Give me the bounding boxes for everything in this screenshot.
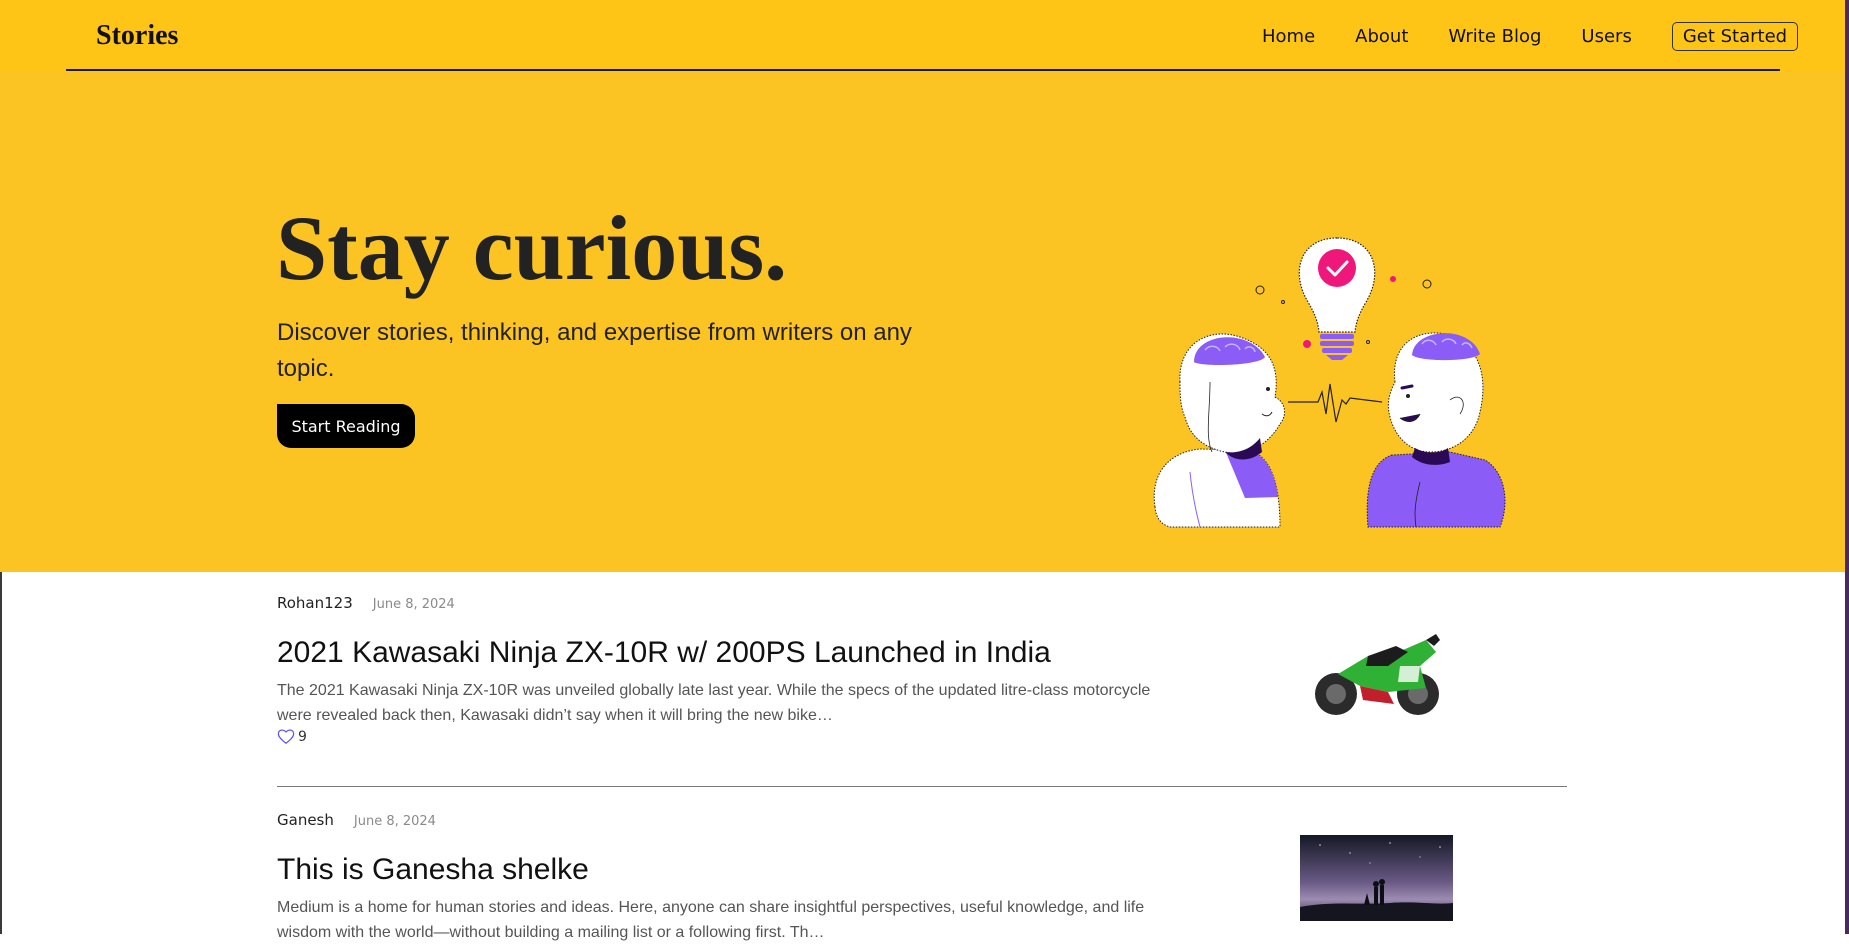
hero-title: Stay curious. — [276, 197, 788, 299]
article-excerpt: Medium is a home for human stories and i… — [277, 899, 1145, 941]
article-author[interactable]: Ganesh — [277, 811, 334, 829]
window-edge-right — [1845, 0, 1849, 934]
like-control[interactable]: 9 — [277, 728, 307, 745]
nav-link-write-blog[interactable]: Write Blog — [1448, 26, 1541, 47]
article-title[interactable]: 2021 Kawasaki Ninja ZX-10R w/ 200PS Laun… — [277, 636, 1051, 670]
nav-link-about[interactable]: About — [1355, 26, 1408, 47]
article-date: June 8, 2024 — [372, 597, 455, 612]
start-reading-button[interactable]: Start Reading — [277, 404, 415, 448]
article-meta: Rohan123 June 8, 2024 — [277, 594, 455, 612]
left-person — [1153, 333, 1286, 528]
brand-logo[interactable]: Stories — [96, 20, 178, 52]
heart-icon[interactable] — [277, 728, 295, 745]
right-person — [1366, 332, 1506, 528]
article-author[interactable]: Rohan123 — [277, 594, 353, 612]
navbar: Stories Home About Write Blog Users Get … — [0, 0, 1849, 72]
article-thumbnail[interactable] — [1300, 835, 1453, 921]
nav-links: Home About Write Blog Users Get Started — [1262, 22, 1799, 51]
article-date: June 8, 2024 — [353, 814, 436, 829]
get-started-button[interactable]: Get Started — [1671, 22, 1799, 51]
article-thumbnail[interactable] — [1308, 626, 1446, 724]
nav-link-users[interactable]: Users — [1581, 26, 1631, 47]
lightbulb-icon — [1298, 237, 1376, 360]
hero-illustration — [1153, 237, 1506, 528]
article-meta: Ganesh June 8, 2024 — [277, 811, 436, 829]
article-title[interactable]: This is Ganesha shelke — [277, 853, 589, 887]
like-count: 9 — [298, 728, 307, 745]
navbar-divider — [66, 69, 1780, 71]
article-excerpt: The 2021 Kawasaki Ninja ZX-10R was unvei… — [277, 682, 1151, 724]
article-divider — [277, 786, 1567, 787]
nav-link-home[interactable]: Home — [1262, 26, 1315, 47]
hero-subtitle: Discover stories, thinking, and expertis… — [277, 319, 912, 382]
hero-section: Stay curious. Discover stories, thinking… — [0, 72, 1849, 572]
